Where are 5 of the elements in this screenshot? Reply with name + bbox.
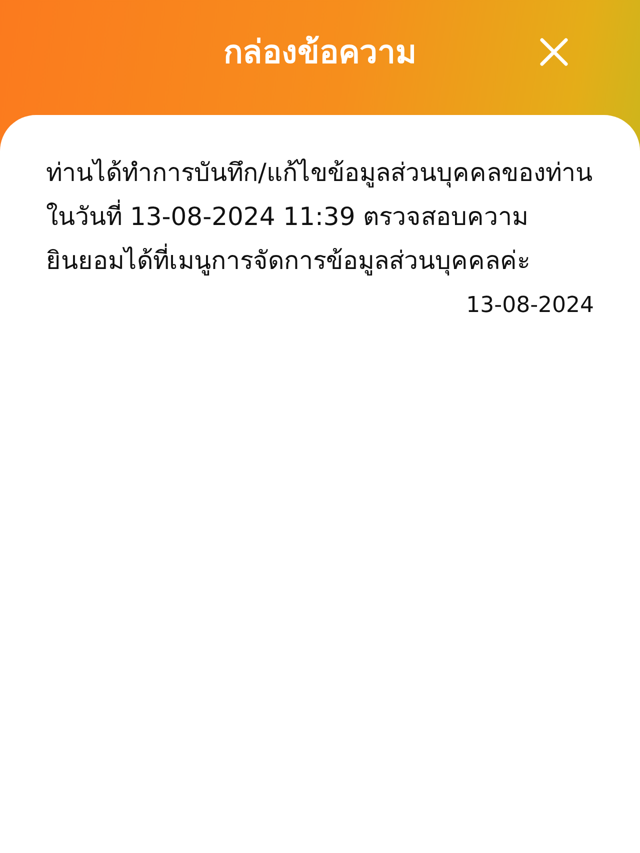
close-button[interactable] <box>538 36 570 68</box>
close-icon <box>538 36 570 68</box>
message-text: ท่านได้ทำการบันทึก/แก้ไขข้อมูลส่วนบุคคลของท่านในวันที่ 13-08-2024 11:39 ตรวจสอบความยินยอมได้ที่เมนูการจัดการข้อมูลส่วนบุคคลค่ะ <box>46 157 594 278</box>
message-date: 13-08-2024 <box>465 293 594 318</box>
header-title: กล่องข้อความ <box>224 32 416 73</box>
